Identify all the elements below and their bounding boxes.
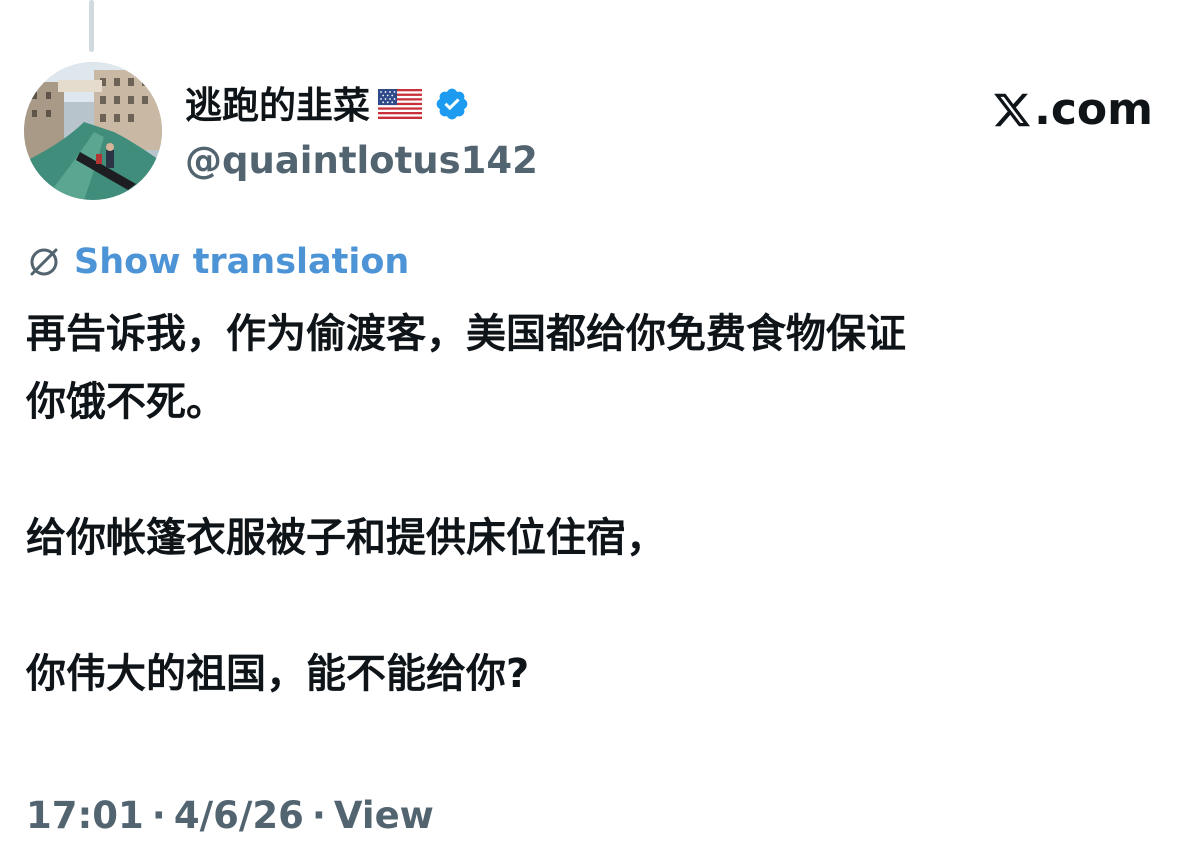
tweet-text: 再告诉我，作为偷渡客，美国都给你免费食物保证 你饿不死。 给你帐篷衣服被子和提供… — [26, 300, 1176, 708]
x-logo-icon — [992, 90, 1032, 130]
tweet-meta: 17:01 · 4/6/26 · View — [26, 792, 434, 840]
author-handle[interactable]: @quaintlotus142 — [185, 138, 538, 184]
author-name-row: 逃跑的韭菜 — [185, 80, 470, 132]
us-flag-icon — [378, 89, 422, 123]
meta-separator: · — [151, 794, 166, 837]
avatar-photo — [24, 62, 162, 200]
tweet-text-line: 你伟大的祖国，能不能给你? — [26, 651, 530, 697]
globe-translate-icon — [26, 244, 62, 280]
x-brand-watermark: .com — [992, 82, 1153, 138]
brand-domain: .com — [1034, 84, 1153, 135]
tweet-text-line: 再告诉我，作为偷渡客，美国都给你免费食物保证 — [26, 311, 906, 357]
tweet-text-line: 你饿不死。 — [26, 379, 226, 425]
author-display-name[interactable]: 逃跑的韭菜 — [185, 80, 370, 132]
tweet-text-line: 给你帐篷衣服被子和提供床位住宿， — [26, 515, 666, 561]
tweet-views[interactable]: View — [334, 792, 434, 840]
show-translation-label[interactable]: Show translation — [74, 240, 409, 284]
thread-connector-line — [89, 0, 94, 52]
show-translation-button[interactable]: Show translation — [26, 240, 409, 284]
tweet-date[interactable]: 4/6/26 — [174, 792, 304, 840]
avatar[interactable] — [24, 62, 162, 200]
verified-badge-icon[interactable] — [434, 86, 470, 126]
meta-separator: · — [311, 794, 326, 837]
tweet-time[interactable]: 17:01 — [26, 792, 144, 840]
